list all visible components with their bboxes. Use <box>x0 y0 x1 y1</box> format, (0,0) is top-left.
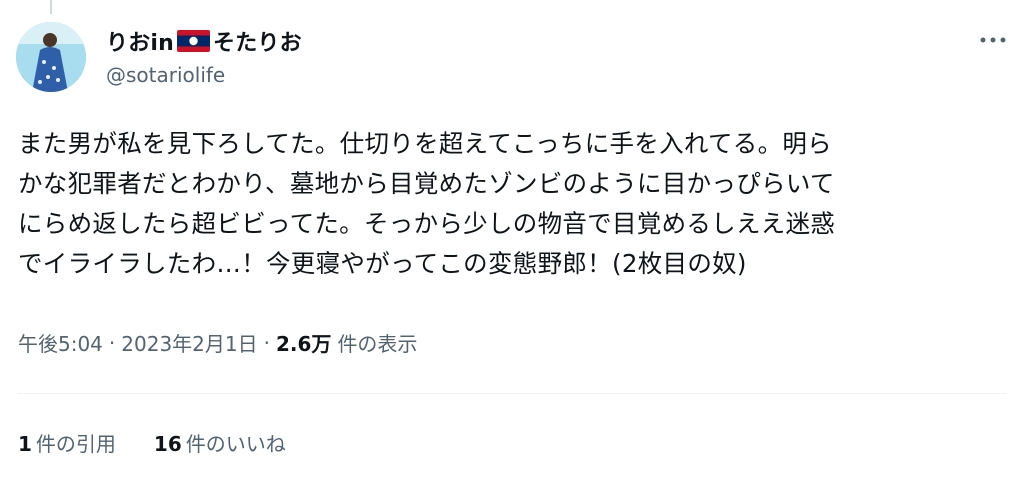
likes-count: 16 <box>153 432 182 456</box>
quotes-label: 件の引用 <box>35 432 116 456</box>
tweet-meta: 午後5:04 · 2023年2月1日 · 2.6万 件の表示 <box>18 328 417 357</box>
more-dots-icon <box>980 37 1006 43</box>
likes-label: 件のいいね <box>185 432 286 456</box>
meta-separator: · <box>108 330 116 355</box>
quotes-count: 1 <box>18 432 32 456</box>
meta-separator: · <box>263 330 270 355</box>
author-name-prefix[interactable]: りおin <box>106 25 174 57</box>
author-name-row[interactable]: りおin そたりお <box>106 24 302 58</box>
tweet-stats: 1 件の引用 16 件のいいね <box>18 428 286 457</box>
likes-stat[interactable]: 16 件のいいね <box>154 428 286 457</box>
author-name-suffix[interactable]: そたりお <box>213 25 302 57</box>
tweet-time[interactable]: 午後5:04 <box>18 328 103 357</box>
views-label: 件の表示 <box>337 332 418 356</box>
thread-connector-line <box>50 0 52 14</box>
divider <box>18 393 1006 394</box>
tweet-text: また男が私を見下ろしてた。仕切りを超えてこっちに手を入れてる。明ら かな犯罪者だ… <box>18 129 836 278</box>
more-options-button[interactable] <box>976 30 1010 50</box>
avatar-image <box>16 22 86 92</box>
quotes-stat[interactable]: 1 件の引用 <box>18 428 116 457</box>
laos-flag-icon <box>177 30 211 52</box>
author-handle[interactable]: @sotariolife <box>106 63 225 87</box>
views-count: 2.6万 <box>276 332 332 356</box>
avatar[interactable] <box>16 22 86 92</box>
tweet-date[interactable]: 2023年2月1日 <box>121 328 257 357</box>
